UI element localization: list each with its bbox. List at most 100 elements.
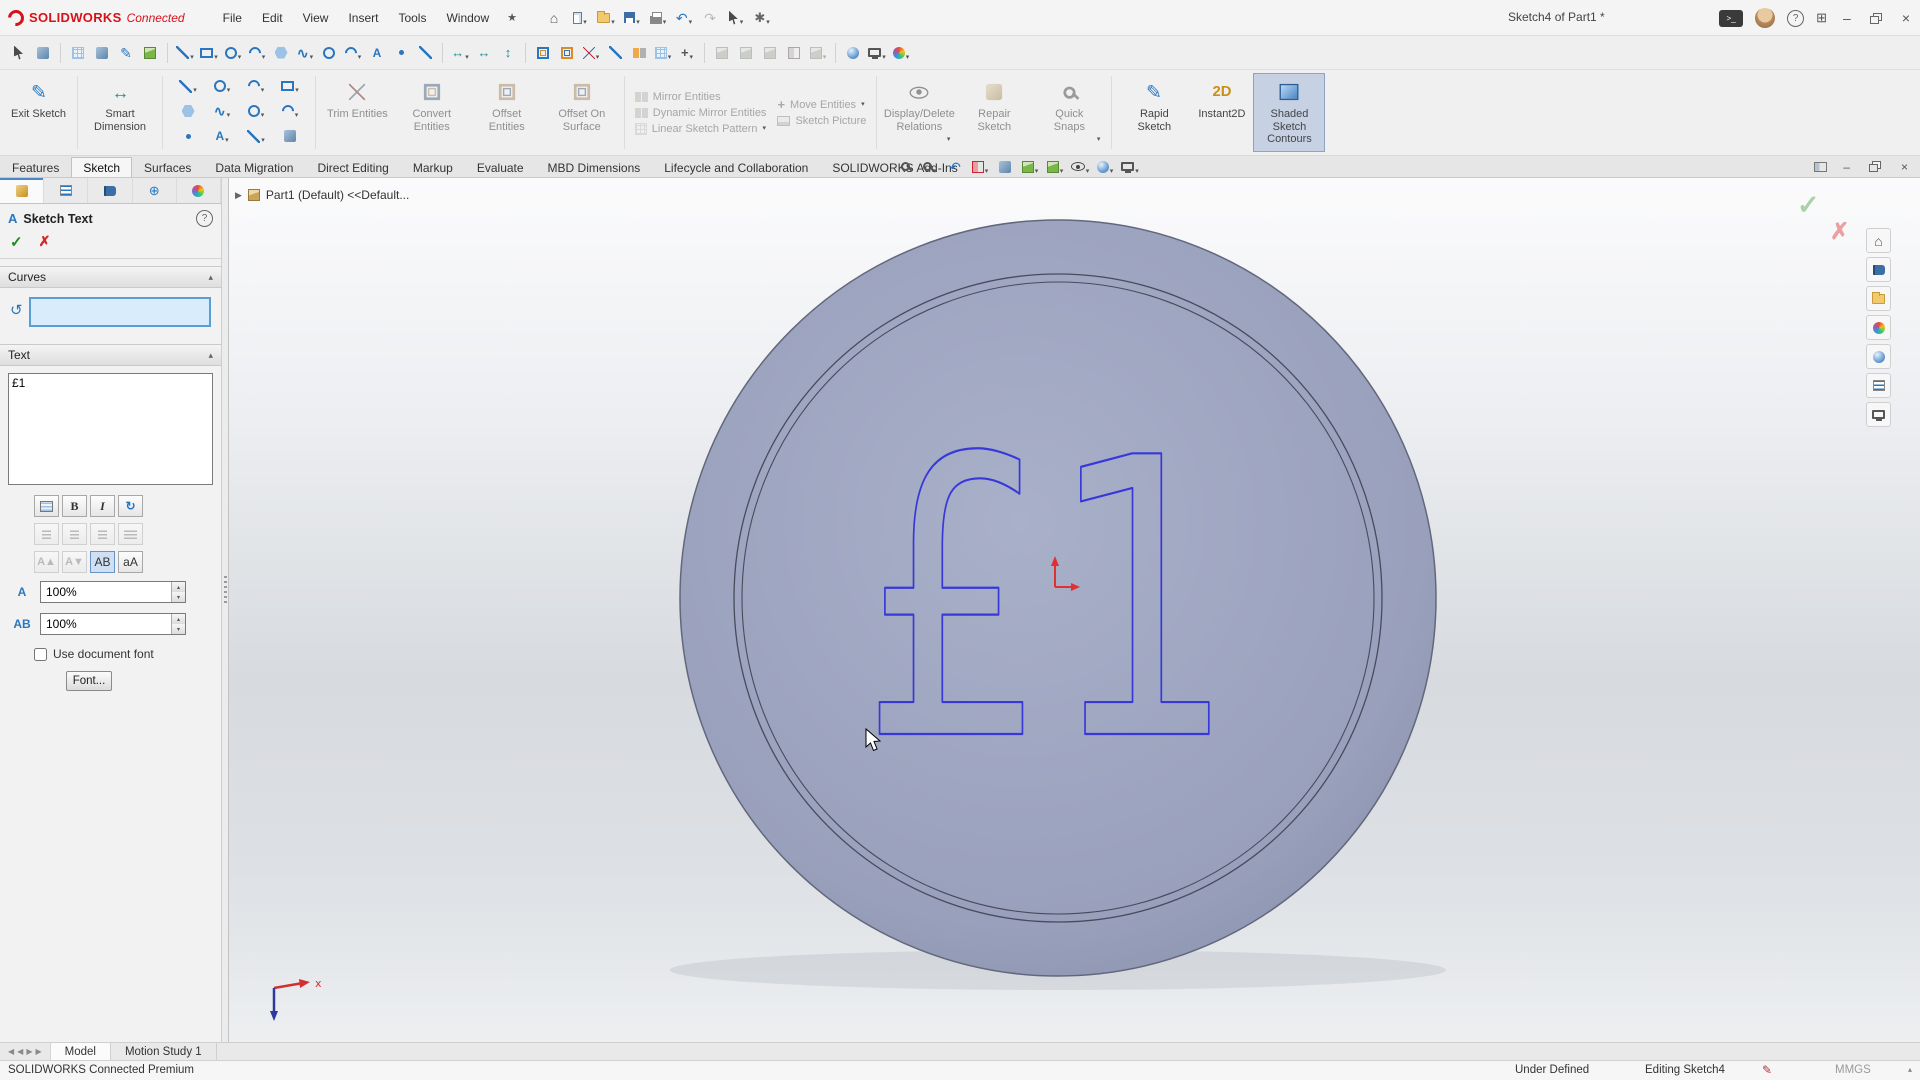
- wireframe-display-icon[interactable]: [759, 42, 781, 64]
- splitter-grip[interactable]: [224, 575, 227, 604]
- grid-system-icon[interactable]: [67, 42, 89, 64]
- align-left-button[interactable]: [34, 523, 59, 545]
- line-icon[interactable]: ▾: [177, 75, 199, 97]
- polygon-icon[interactable]: [177, 100, 199, 122]
- dropdown-caret-icon[interactable]: ▾: [663, 18, 667, 26]
- convert-entities-button[interactable]: Convert Entities: [396, 73, 468, 152]
- dropdown-caret-icon[interactable]: ▾: [690, 53, 694, 61]
- mirror-entities-button[interactable]: Mirror Entities: [634, 91, 767, 103]
- polygon-icon[interactable]: [270, 42, 292, 64]
- extend-entities-icon[interactable]: [604, 42, 626, 64]
- reference-plane-icon[interactable]: [91, 42, 113, 64]
- use-document-font-checkbox[interactable]: [34, 647, 47, 661]
- open-icon[interactable]: ▾: [595, 7, 617, 29]
- rapid-sketch-button[interactable]: ✎ Rapid Sketch: [1118, 73, 1190, 152]
- pin-menu-icon[interactable]: ★: [499, 7, 525, 29]
- linear-sketch-pattern-icon[interactable]: ▾: [652, 42, 674, 64]
- menu-insert[interactable]: Insert: [338, 7, 388, 29]
- featuremanager-tab[interactable]: [0, 178, 45, 203]
- sketch-fillet-icon[interactable]: ▾: [342, 42, 364, 64]
- dropdown-caret-icon[interactable]: ▾: [740, 18, 744, 26]
- tab-scroll-next-icon[interactable]: ▶: [26, 1047, 32, 1056]
- rectangle-icon[interactable]: ▾: [279, 75, 301, 97]
- view-orientation-icon[interactable]: ▾: [807, 42, 829, 64]
- move-entities-icon[interactable]: + ▾: [676, 42, 698, 64]
- dropdown-caret-icon[interactable]: ▾: [611, 18, 615, 26]
- display-pane-toggle-icon[interactable]: [1814, 161, 1828, 172]
- dropdown-caret-icon[interactable]: ▾: [225, 136, 229, 144]
- apply-scene-icon[interactable]: ▾: [1119, 156, 1141, 178]
- instant2d-button[interactable]: 2D Instant2D: [1193, 73, 1250, 152]
- menu-view[interactable]: View: [293, 7, 339, 29]
- previous-view-icon[interactable]: ↶: [944, 156, 966, 178]
- redo-icon[interactable]: ↷: [699, 7, 721, 29]
- custom-properties-icon[interactable]: [1866, 373, 1891, 398]
- appearances-icon[interactable]: [842, 42, 864, 64]
- hidden-lines-display-icon[interactable]: [735, 42, 757, 64]
- dropdown-caret-icon[interactable]: ▾: [295, 111, 299, 119]
- dropdown-caret-icon[interactable]: ▾: [310, 53, 314, 61]
- status-expand-icon[interactable]: ▴: [1908, 1065, 1912, 1074]
- restore-document-button[interactable]: [1868, 164, 1878, 172]
- dropdown-caret-icon[interactable]: ▾: [261, 111, 265, 119]
- close-document-button[interactable]: ×: [1897, 160, 1912, 174]
- dropdown-caret-icon[interactable]: ▾: [636, 18, 640, 26]
- tab-surfaces[interactable]: Surfaces: [132, 157, 203, 177]
- flip-horizontal-button[interactable]: A▼: [62, 551, 87, 573]
- menu-window[interactable]: Window: [436, 7, 499, 29]
- circle-icon[interactable]: ▾: [222, 42, 244, 64]
- dropdown-caret-icon[interactable]: ▾: [668, 53, 672, 61]
- home-icon[interactable]: ⌂: [543, 7, 565, 29]
- spinner-down-icon[interactable]: ▾: [171, 592, 185, 602]
- help-icon[interactable]: ?: [1787, 9, 1805, 27]
- appearances-scenes-icon[interactable]: [1866, 344, 1891, 369]
- dropdown-caret-icon[interactable]: ▾: [1060, 167, 1064, 175]
- zoom-to-area-icon[interactable]: ▾: [919, 156, 941, 178]
- ellipse-icon[interactable]: [318, 42, 340, 64]
- close-window-button[interactable]: ×: [1898, 10, 1914, 26]
- display-style-icon[interactable]: ▾: [1044, 156, 1066, 178]
- dropdown-caret-icon[interactable]: ▾: [190, 53, 194, 61]
- trim-entities-button[interactable]: Trim Entities: [322, 73, 393, 152]
- dropdown-caret-icon[interactable]: ▾: [214, 53, 218, 61]
- curves-selection-box[interactable]: [28, 297, 211, 327]
- offset-on-surface-button[interactable]: Offset On Surface: [546, 73, 618, 152]
- point-icon[interactable]: [177, 125, 199, 147]
- dropdown-caret-icon[interactable]: ▾: [947, 136, 951, 144]
- dropdown-caret-icon[interactable]: ▾: [763, 124, 767, 132]
- width-factor-spinner[interactable]: ▴ ▾: [171, 582, 185, 602]
- sketch-text-geometry[interactable]: £1: [860, 376, 1237, 826]
- trim-entities-icon[interactable]: ▾: [580, 42, 602, 64]
- dropdown-caret-icon[interactable]: ▾: [882, 53, 886, 61]
- tab-direct-editing[interactable]: Direct Editing: [305, 157, 400, 177]
- dropdown-caret-icon[interactable]: ▾: [295, 86, 299, 94]
- tab-scroll-prev-icon[interactable]: ◀: [17, 1047, 23, 1056]
- breadcrumb-label[interactable]: Part1 (Default) <<Default...: [266, 188, 409, 202]
- offset-entities-button[interactable]: Offset Entities: [471, 73, 543, 152]
- view-settings-icon[interactable]: ▾: [890, 42, 912, 64]
- ok-button[interactable]: ✓: [10, 233, 23, 251]
- graphics-viewport[interactable]: £1 x ▶ Part1 (Default) <<Default... ✓ ✗ …: [229, 178, 1920, 1042]
- spinner-up-icon[interactable]: ▴: [171, 582, 185, 592]
- tab-data-migration[interactable]: Data Migration: [203, 157, 305, 177]
- line-icon[interactable]: ▾: [174, 42, 196, 64]
- status-units[interactable]: MMGS: [1835, 1064, 1871, 1076]
- linear-sketch-pattern-button[interactable]: Linear Sketch Pattern ▾: [634, 122, 767, 135]
- select-icon[interactable]: ▾: [725, 7, 747, 29]
- mirror-entities-icon[interactable]: [628, 42, 650, 64]
- lasso-select-icon[interactable]: [32, 42, 54, 64]
- minimize-document-button[interactable]: –: [1839, 160, 1854, 174]
- dropdown-caret-icon[interactable]: ▾: [227, 86, 231, 94]
- minimize-window-button[interactable]: –: [1839, 10, 1855, 26]
- section-view-icon[interactable]: [783, 42, 805, 64]
- vertical-text-button[interactable]: aA: [118, 551, 143, 573]
- design-library-icon[interactable]: [1866, 257, 1891, 282]
- solidworks-resources-icon[interactable]: ⌂: [1866, 228, 1891, 253]
- shaded-sketch-contours-button[interactable]: Shaded Sketch Contours: [1253, 73, 1326, 152]
- settings-icon[interactable]: ✱ ▾: [751, 7, 773, 29]
- dropdown-caret-icon[interactable]: ▾: [262, 53, 266, 61]
- undo-icon[interactable]: ↶ ▾: [673, 7, 695, 29]
- help-icon[interactable]: ?: [196, 210, 213, 227]
- text-icon[interactable]: A ▾: [211, 125, 233, 147]
- apply-scene-icon[interactable]: ▾: [866, 42, 888, 64]
